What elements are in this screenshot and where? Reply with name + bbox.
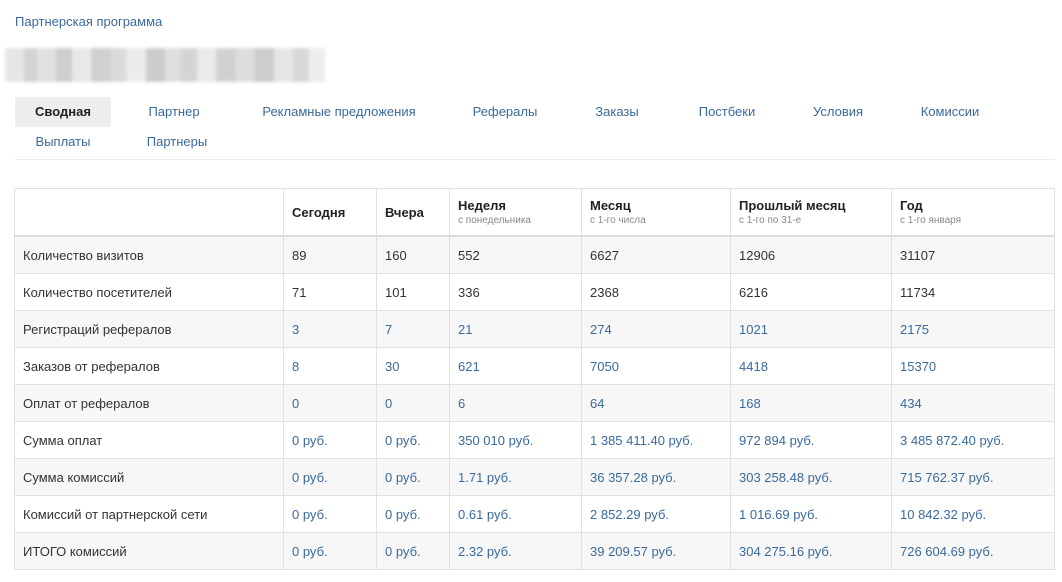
tab-terms[interactable]: Условия (803, 97, 873, 127)
table-cell[interactable]: 36 357.28 руб. (581, 458, 731, 496)
table-cell[interactable]: 0 (283, 384, 377, 422)
table-cell[interactable]: 350 010 руб. (449, 421, 582, 459)
row-label: Регистраций рефералов (14, 310, 284, 348)
table-cell[interactable]: 8 (283, 347, 377, 385)
column-header-metric (14, 188, 284, 237)
table-row: Комиссий от партнерской сети 0 руб. 0 руб.… (14, 495, 1055, 533)
table-cell[interactable]: 64 (581, 384, 731, 422)
table-cell: 11734 (891, 273, 1055, 311)
tab-summary[interactable]: Сводная (15, 97, 111, 127)
row-label: Сумма комиссий (14, 458, 284, 496)
column-header-today: Сегодня (283, 188, 377, 237)
column-header-yesterday: Вчера (376, 188, 450, 237)
table-cell[interactable]: 4418 (730, 347, 892, 385)
table-cell: 31107 (891, 235, 1055, 274)
tab-payouts[interactable]: Выплаты (15, 127, 111, 157)
table-cell: 101 (376, 273, 450, 311)
tab-ad-offers[interactable]: Рекламные предложения (251, 97, 427, 127)
table-cell[interactable]: 1021 (730, 310, 892, 348)
summary-stats-table: Сегодня Вчера Неделя с понедельника Месяц… (14, 188, 1055, 570)
table-cell[interactable]: 621 (449, 347, 582, 385)
table-cell[interactable]: 39 209.57 руб. (581, 532, 731, 570)
table-row: Заказов от рефералов 8 30 621 7050 4418 15370 (14, 347, 1055, 385)
table-cell[interactable]: 10 842.32 руб. (891, 495, 1055, 533)
tab-commissions[interactable]: Комиссии (909, 97, 991, 127)
row-label: Сумма оплат (14, 421, 284, 459)
tab-partners[interactable]: Партнеры (133, 127, 221, 157)
table-cell[interactable]: 0 руб. (283, 532, 377, 570)
table-cell[interactable]: 304 275.16 руб. (730, 532, 892, 570)
table-cell[interactable]: 1 385 411.40 руб. (581, 421, 731, 459)
table-row: Регистраций рефералов 3 7 21 274 1021 2175 (14, 310, 1055, 348)
table-cell[interactable]: 1 016.69 руб. (730, 495, 892, 533)
table-cell[interactable]: 0 руб. (376, 421, 450, 459)
column-header-week: Неделя с понедельника (449, 188, 582, 237)
column-subheader: с 1-го числа (590, 215, 646, 226)
table-cell[interactable]: 0 руб. (283, 458, 377, 496)
column-header-last-month: Прошлый месяц с 1-го по 31-е (730, 188, 892, 237)
row-label: Количество визитов (14, 235, 284, 274)
table-cell: 71 (283, 273, 377, 311)
table-cell[interactable]: 0 руб. (376, 458, 450, 496)
column-subheader: с понедельника (458, 215, 531, 226)
partner-program-page: Партнерская программа Сводная Партнер Ре… (0, 0, 1062, 582)
table-cell[interactable]: 21 (449, 310, 582, 348)
table-cell[interactable]: 7 (376, 310, 450, 348)
table-cell: 12906 (730, 235, 892, 274)
column-header-month: Месяц с 1-го числа (581, 188, 731, 237)
table-header-row: Сегодня Вчера Неделя с понедельника Месяц… (14, 188, 1055, 237)
column-subheader: с 1-го по 31-е (739, 215, 802, 226)
column-subheader: с 1-го января (900, 215, 962, 226)
tab-partner[interactable]: Партнер (133, 97, 215, 127)
table-row: Сумма комиссий 0 руб. 0 руб. 1.71 руб. 36 35… (14, 458, 1055, 496)
row-label: Комиссий от партнерской сети (14, 495, 284, 533)
row-label: Оплат от рефералов (14, 384, 284, 422)
table-cell[interactable]: 0 руб. (283, 421, 377, 459)
table-cell: 6216 (730, 273, 892, 311)
breadcrumb-partner-program[interactable]: Партнерская программа (15, 14, 162, 29)
table-cell[interactable]: 0.61 руб. (449, 495, 582, 533)
table-cell[interactable]: 303 258.48 руб. (730, 458, 892, 496)
table-cell[interactable]: 1.71 руб. (449, 458, 582, 496)
tab-postbacks[interactable]: Постбеки (687, 97, 767, 127)
table-cell[interactable]: 2 852.29 руб. (581, 495, 731, 533)
table-cell[interactable]: 715 762.37 руб. (891, 458, 1055, 496)
table-row: ИТОГО комиссий 0 руб. 0 руб. 2.32 руб. 39 20… (14, 532, 1055, 570)
tab-orders[interactable]: Заказы (583, 97, 651, 127)
table-cell[interactable]: 3 (283, 310, 377, 348)
table-cell: 336 (449, 273, 582, 311)
table-cell[interactable]: 2.32 руб. (449, 532, 582, 570)
table-cell[interactable]: 274 (581, 310, 731, 348)
table-cell[interactable]: 168 (730, 384, 892, 422)
table-row: Оплат от рефералов 0 0 6 64 168 434 (14, 384, 1055, 422)
table-cell[interactable]: 15370 (891, 347, 1055, 385)
table-cell[interactable]: 972 894 руб. (730, 421, 892, 459)
row-label: Количество посетителей (14, 273, 284, 311)
table-cell[interactable]: 434 (891, 384, 1055, 422)
tab-bar: Сводная Партнер Рекламные предложения Ре… (15, 97, 1055, 160)
row-label: Заказов от рефералов (14, 347, 284, 385)
table-row: Сумма оплат 0 руб. 0 руб. 350 010 руб. 1 385… (14, 421, 1055, 459)
table-cell: 552 (449, 235, 582, 274)
table-row: Количество посетителей 71 101 336 2368 6216 11… (14, 273, 1055, 311)
table-cell[interactable]: 0 (376, 384, 450, 422)
table-cell[interactable]: 6 (449, 384, 582, 422)
blurred-page-title (5, 48, 325, 82)
table-cell: 6627 (581, 235, 731, 274)
table-cell: 2368 (581, 273, 731, 311)
table-cell[interactable]: 0 руб. (376, 532, 450, 570)
table-cell[interactable]: 2175 (891, 310, 1055, 348)
table-cell: 160 (376, 235, 450, 274)
table-cell[interactable]: 0 руб. (376, 495, 450, 533)
table-cell[interactable]: 0 руб. (283, 495, 377, 533)
column-header-year: Год с 1-го января (891, 188, 1055, 237)
table-cell[interactable]: 3 485 872.40 руб. (891, 421, 1055, 459)
tab-referrals[interactable]: Рефералы (463, 97, 547, 127)
table-cell[interactable]: 726 604.69 руб. (891, 532, 1055, 570)
table-cell[interactable]: 30 (376, 347, 450, 385)
table-cell: 89 (283, 235, 377, 274)
row-label: ИТОГО комиссий (14, 532, 284, 570)
table-cell[interactable]: 7050 (581, 347, 731, 385)
table-row: Количество визитов 89 160 552 6627 12906 31107 (14, 235, 1055, 274)
